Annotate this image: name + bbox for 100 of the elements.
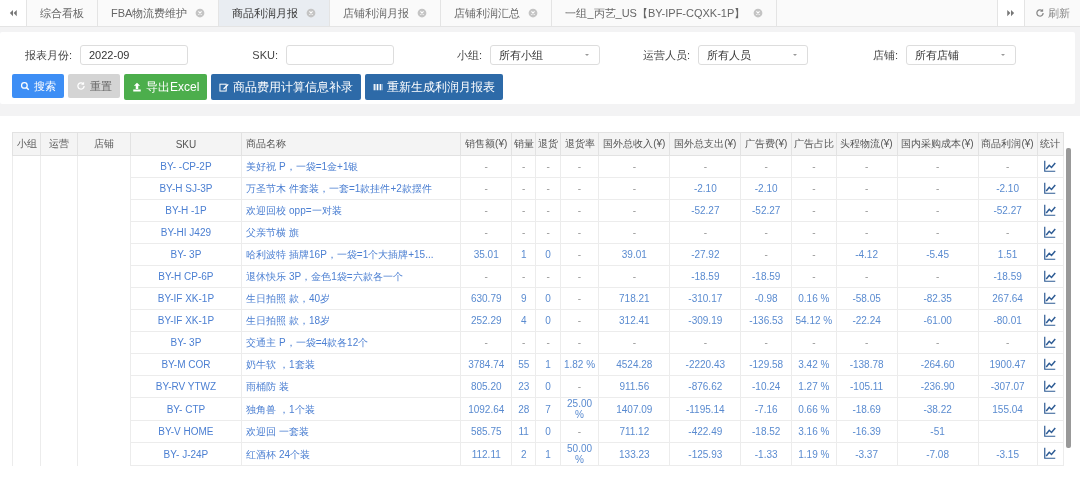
column-header[interactable]: 广告占比: [791, 132, 837, 156]
sku-link[interactable]: BY-M COR: [130, 353, 242, 376]
product-name-link[interactable]: 生日拍照 款，40岁: [241, 287, 461, 310]
chart-icon[interactable]: [1044, 269, 1057, 282]
sku-link[interactable]: BY-H -1P: [130, 199, 242, 222]
button[interactable]: 商品费用计算信息补录: [211, 74, 362, 100]
button[interactable]: 搜索: [12, 74, 64, 98]
sku-link[interactable]: BY- J-24P: [130, 442, 242, 466]
column-header[interactable]: 商品利润(¥): [978, 132, 1037, 156]
sku-link[interactable]: BY-IF XK-1P: [130, 287, 242, 310]
table-cell: -: [535, 155, 561, 178]
product-name-link[interactable]: 独角兽 ，1个装: [241, 397, 461, 421]
column-header[interactable]: 国内采购成本(¥): [897, 132, 979, 156]
column-header[interactable]: 国外总支出(¥): [669, 132, 741, 156]
dropdown[interactable]: 所有小组: [490, 45, 600, 65]
column-header[interactable]: 国外总收入(¥): [598, 132, 670, 156]
sku-link[interactable]: BY-H CP-6P: [130, 265, 242, 288]
chart-icon[interactable]: [1044, 225, 1057, 238]
table-cell: 23: [511, 375, 536, 398]
sku-link[interactable]: BY-RV YTWZ: [130, 375, 242, 398]
table-cell: 1.82 %: [560, 353, 599, 376]
column-header[interactable]: 商品名称: [241, 132, 461, 156]
tab[interactable]: 一组_丙艺_US【BY-IPF-CQXK-1P】: [552, 0, 778, 26]
sku-link[interactable]: BY- -CP-2P: [130, 155, 242, 178]
product-name-link[interactable]: 奶牛软 ，1套装: [241, 353, 461, 376]
product-name-link[interactable]: 雨桶防 装: [241, 375, 461, 398]
chart-icon[interactable]: [1044, 181, 1057, 194]
dropdown[interactable]: 所有店铺: [906, 45, 1016, 65]
product-name-link[interactable]: 欢迎回校 opp=一对装: [241, 199, 461, 222]
column-header[interactable]: 头程物流(¥): [836, 132, 897, 156]
sku-link[interactable]: BY- CTP: [130, 397, 242, 421]
field-label: 报表月份:: [23, 47, 72, 63]
chart-icon[interactable]: [1044, 379, 1057, 392]
barcode-icon: [373, 82, 384, 92]
table-cell: 1.27 %: [791, 375, 837, 398]
chart-icon[interactable]: [1044, 203, 1057, 216]
fast-forward-icon[interactable]: [1006, 8, 1016, 18]
chart-icon[interactable]: [1044, 447, 1057, 459]
sku-link[interactable]: BY-V HOME: [130, 420, 242, 443]
product-name-link[interactable]: 交通主 P，一袋=4款各12个: [241, 331, 461, 354]
table-cell: -: [669, 331, 741, 354]
table-cell: -: [511, 265, 536, 288]
product-name-link[interactable]: 父亲节横 旗: [241, 221, 461, 244]
column-header[interactable]: 统计: [1037, 132, 1064, 156]
table-cell: 4524.28: [598, 353, 670, 376]
sku-link[interactable]: BY- 3P: [130, 331, 242, 354]
table-cell: 3.42 %: [791, 353, 837, 376]
dropdown[interactable]: 所有人员: [698, 45, 808, 65]
table-cell: -2.10: [978, 177, 1037, 200]
table-cell: -105.11: [836, 375, 897, 398]
caret-icon: [999, 51, 1007, 59]
button[interactable]: 导出Excel: [124, 74, 208, 100]
table-cell: -2.10: [669, 177, 741, 200]
tab[interactable]: 店铺利润汇总: [441, 0, 553, 26]
rewind-icon[interactable]: [8, 8, 18, 18]
sku-link[interactable]: BY-IF XK-1P: [130, 309, 242, 332]
input-field[interactable]: [286, 45, 394, 65]
field-label: 小组:: [455, 47, 482, 63]
chart-icon[interactable]: [1044, 424, 1057, 437]
product-name-link[interactable]: 红酒杯 24个装: [241, 442, 461, 466]
sku-link[interactable]: BY-H SJ-3P: [130, 177, 242, 200]
input-field[interactable]: 2022-09: [80, 45, 188, 65]
column-header[interactable]: 销售额(¥): [460, 132, 512, 156]
column-header[interactable]: 小组: [12, 132, 41, 156]
table-cell: -: [598, 199, 670, 222]
chart-icon[interactable]: [1044, 402, 1057, 414]
sku-link[interactable]: BY-HI J429: [130, 221, 242, 244]
chart-icon[interactable]: [1044, 313, 1057, 326]
chart-icon[interactable]: [1044, 335, 1057, 348]
table-cell: -236.90: [897, 375, 979, 398]
table-cell: -: [669, 221, 741, 244]
tab[interactable]: 店铺利润月报: [330, 0, 442, 26]
column-header[interactable]: 销量: [511, 132, 536, 156]
table-cell: -: [535, 177, 561, 200]
column-header[interactable]: 退货: [535, 132, 561, 156]
sku-link[interactable]: BY- 3P: [130, 243, 242, 266]
product-name-link[interactable]: 欢迎回 一套装: [241, 420, 461, 443]
chart-icon[interactable]: [1044, 247, 1057, 260]
column-header[interactable]: 退货率: [560, 132, 599, 156]
table-cell: 312.41: [598, 309, 670, 332]
column-header[interactable]: 店铺: [77, 132, 131, 156]
chart-icon[interactable]: [1044, 159, 1057, 172]
scrollbar[interactable]: [1066, 148, 1071, 448]
table-cell: 1900.47: [978, 353, 1037, 376]
product-name-link[interactable]: 生日拍照 款，18岁: [241, 309, 461, 332]
product-name-link[interactable]: 万圣节木 件套装，一套=1款挂件+2款摆件: [241, 177, 461, 200]
button[interactable]: 重新生成利润月报表: [365, 74, 504, 100]
chart-icon[interactable]: [1044, 357, 1057, 370]
table-cell: 112.11: [460, 442, 512, 466]
column-header[interactable]: 运营: [40, 132, 78, 156]
table-cell: -27.92: [669, 243, 741, 266]
column-header[interactable]: 广告费(¥): [740, 132, 792, 156]
table-cell: -309.19: [669, 309, 741, 332]
chart-icon[interactable]: [1044, 291, 1057, 304]
product-name-link[interactable]: 美好祝 P，一袋=1金+1银: [241, 155, 461, 178]
tab[interactable]: 商品利润月报: [219, 0, 331, 26]
tab[interactable]: 综合看板: [27, 0, 98, 26]
product-name-link[interactable]: 退休快乐 3P，金色1袋=六款各一个: [241, 265, 461, 288]
column-header[interactable]: SKU: [130, 132, 242, 156]
product-name-link[interactable]: 哈利波特 插牌16P，一袋=1个大插牌+15...: [241, 243, 461, 266]
